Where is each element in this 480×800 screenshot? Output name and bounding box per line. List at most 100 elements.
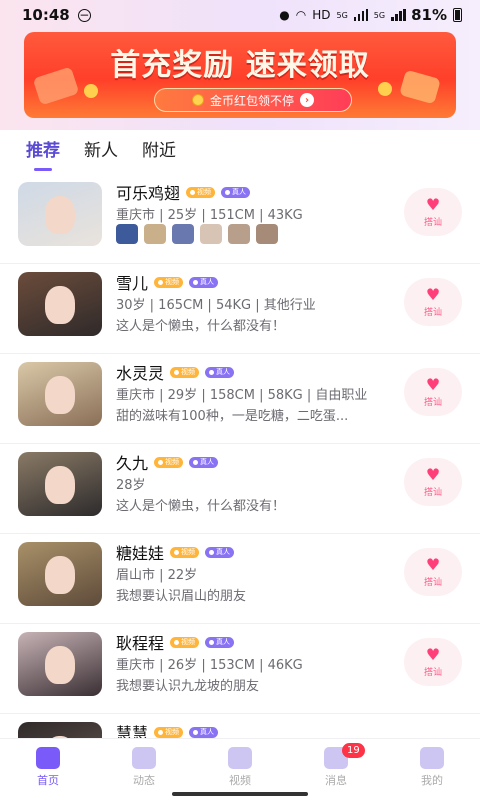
signal-icon [353, 9, 369, 21]
photo-thumbnail[interactable] [144, 224, 166, 244]
nav-label: 首页 [37, 774, 59, 787]
greet-label: 搭讪 [423, 667, 442, 678]
signal-5g-a-label: 5G [336, 10, 348, 20]
heart-icon: ♥ [425, 194, 441, 214]
greet-button[interactable]: ♥ 搭讪 [404, 548, 462, 596]
banner-cta-button[interactable]: 金币红包领不停 › [154, 88, 352, 112]
video-badge: 视频 [170, 546, 200, 558]
avatar[interactable] [18, 272, 102, 336]
wifi-icon: ◠ [295, 8, 307, 22]
list-item[interactable]: 久九 视频 真人 28岁 这人是个懒虫，什么都没有！ ♥ 搭讪 [0, 444, 480, 534]
greet-button[interactable]: ♥ 搭讪 [404, 368, 462, 416]
name-line: 水灵灵 视频 真人 [116, 360, 235, 384]
greet-button[interactable]: ♥ 搭讪 [404, 278, 462, 326]
video-badge: 视频 [170, 636, 200, 648]
name-line: 糖娃娃 视频 真人 [116, 540, 235, 564]
nav-label: 视频 [229, 774, 251, 787]
battery-percent: 81% [411, 6, 447, 24]
category-tabs: 推荐 新人 附近 [26, 136, 176, 171]
user-info: 重庆市 | 29岁 | 158CM | 58KG | 自由职业 [116, 388, 368, 403]
greet-button[interactable]: ♥ 搭讪 [404, 638, 462, 686]
heart-icon: ♥ [425, 554, 441, 574]
star-icon [132, 747, 156, 769]
avatar[interactable] [18, 452, 102, 516]
verified-badge: 真人 [205, 546, 235, 558]
status-icons: ● ◠ HD 5G 5G 81% [279, 6, 462, 24]
user-bio: 这人是个懒虫，什么都没有！ [116, 499, 286, 514]
greet-button[interactable]: ♥ 搭讪 [404, 188, 462, 236]
hd-label: HD [312, 8, 331, 22]
verified-badge: 真人 [221, 186, 251, 198]
name-line: 雪儿 视频 真人 [116, 270, 219, 294]
list-item[interactable]: 糖娃娃 视频 真人 眉山市 | 22岁 我想要认识眉山的朋友 ♥ 搭讪 [0, 534, 480, 624]
coin-decoration [378, 82, 392, 96]
user-name: 耿程程 [116, 634, 165, 653]
verified-badge: 真人 [189, 726, 219, 738]
user-info: 30岁 | 165CM | 54KG | 其他行业 [116, 298, 316, 313]
avatar[interactable] [18, 362, 102, 426]
verified-badge: 真人 [205, 366, 235, 378]
tab-new[interactable]: 新人 [84, 136, 118, 171]
profile-icon [420, 747, 444, 769]
arrow-right-icon: › [300, 93, 314, 107]
heart-icon: ♥ [425, 374, 441, 394]
nav-video[interactable]: 视频 [192, 739, 288, 800]
dnd-icon: − [77, 8, 91, 22]
list-item[interactable]: 雪儿 视频 真人 30岁 | 165CM | 54KG | 其他行业 这人是个懒… [0, 264, 480, 354]
status-bar: 10:48 − ● ◠ HD 5G 5G 81% [0, 0, 480, 30]
user-bio: 我想要认识眉山的朋友 [116, 589, 247, 604]
photo-thumbnail[interactable] [228, 224, 250, 244]
verified-badge: 真人 [189, 456, 219, 468]
video-badge: 视频 [154, 276, 184, 288]
user-info: 重庆市 | 25岁 | 151CM | 43KG [116, 208, 303, 223]
user-name: 久九 [116, 454, 149, 473]
nav-messages[interactable]: 19 消息 [288, 739, 384, 800]
photo-thumbnails [116, 224, 278, 244]
user-name: 水灵灵 [116, 364, 165, 383]
photo-thumbnail[interactable] [172, 224, 194, 244]
battery-icon [453, 8, 462, 22]
avatar[interactable] [18, 632, 102, 696]
home-indicator[interactable] [172, 792, 308, 796]
bottom-nav: 首页 动态 视频 19 消息 我的 [0, 738, 480, 800]
greet-button[interactable]: ♥ 搭讪 [404, 458, 462, 506]
user-name: 可乐鸡翅 [116, 184, 181, 203]
photo-thumbnail[interactable] [200, 224, 222, 244]
video-badge: 视频 [186, 186, 216, 198]
photo-thumbnail[interactable] [116, 224, 138, 244]
coin-icon [191, 94, 204, 106]
nav-profile[interactable]: 我的 [384, 739, 480, 800]
tab-nearby[interactable]: 附近 [142, 136, 176, 171]
greet-label: 搭讪 [423, 577, 442, 588]
tab-recommend[interactable]: 推荐 [26, 136, 60, 171]
user-list: 可乐鸡翅 视频 真人 重庆市 | 25岁 | 151CM | 43KG ♥ 搭讪… [0, 174, 480, 800]
heart-icon: ♥ [425, 284, 441, 304]
user-info: 28岁 [116, 478, 146, 493]
list-item[interactable]: 水灵灵 视频 真人 重庆市 | 29岁 | 158CM | 58KG | 自由职… [0, 354, 480, 444]
avatar[interactable] [18, 542, 102, 606]
avatar[interactable] [18, 182, 102, 246]
coin-decoration [84, 84, 98, 98]
photo-thumbnail[interactable] [256, 224, 278, 244]
video-icon [228, 747, 252, 769]
user-info: 眉山市 | 22岁 [116, 568, 198, 583]
user-info: 重庆市 | 26岁 | 153CM | 46KG [116, 658, 303, 673]
user-bio: 甜的滋味有100种，一是吃糖，二吃蛋... [116, 409, 349, 424]
promo-banner[interactable]: 首充奖励 速来领取 金币红包领不停 › [24, 32, 456, 118]
nav-moments[interactable]: 动态 [96, 739, 192, 800]
name-line: 久九 视频 真人 [116, 450, 219, 474]
user-name: 糖娃娃 [116, 544, 165, 563]
user-bio: 这人是个懒虫，什么都没有！ [116, 319, 286, 334]
user-bio: 我想要认识九龙坡的朋友 [116, 679, 260, 694]
nav-home[interactable]: 首页 [0, 739, 96, 800]
list-item[interactable]: 可乐鸡翅 视频 真人 重庆市 | 25岁 | 151CM | 43KG ♥ 搭讪 [0, 174, 480, 264]
nav-label: 动态 [133, 774, 155, 787]
heart-icon: ♥ [425, 644, 441, 664]
nav-label: 消息 [325, 774, 347, 787]
greet-label: 搭讪 [423, 307, 442, 318]
verified-badge: 真人 [205, 636, 235, 648]
name-line: 耿程程 视频 真人 [116, 630, 235, 654]
list-item[interactable]: 耿程程 视频 真人 重庆市 | 26岁 | 153CM | 46KG 我想要认识… [0, 624, 480, 714]
home-icon [36, 747, 60, 769]
video-badge: 视频 [170, 366, 200, 378]
